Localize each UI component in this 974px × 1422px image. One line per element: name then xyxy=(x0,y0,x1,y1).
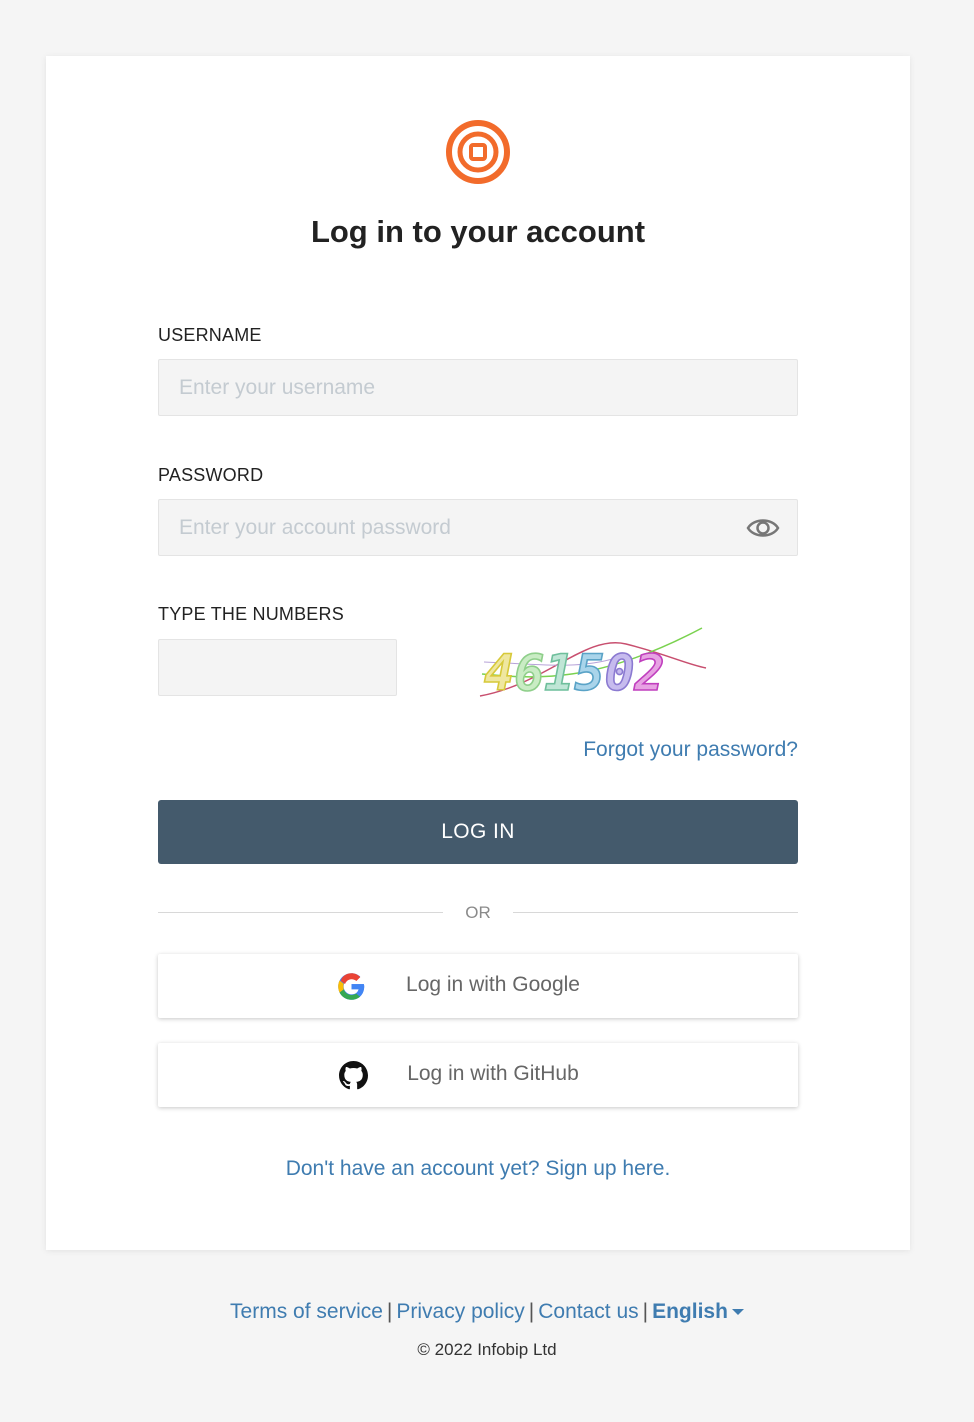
privacy-link[interactable]: Privacy policy xyxy=(396,1300,524,1323)
captcha-image: 461502 xyxy=(479,627,707,703)
password-input[interactable] xyxy=(158,499,798,556)
divider-right xyxy=(513,912,798,913)
footer-links: Terms of service | Privacy policy | Contact … xyxy=(0,1300,974,1324)
google-login-label: Log in with Google xyxy=(406,973,580,996)
terms-link[interactable]: Terms of service xyxy=(230,1300,383,1323)
google-login-button[interactable]: Log in with Google xyxy=(158,954,798,1018)
infobip-logo-icon xyxy=(446,120,510,184)
github-login-label: Log in with GitHub xyxy=(407,1062,579,1085)
password-label: PASSWORD xyxy=(158,465,264,485)
username-input[interactable] xyxy=(158,359,798,416)
login-card: Log in to your account USERNAME PASSWORD… xyxy=(46,56,910,1250)
or-divider-text: OR xyxy=(465,903,491,922)
language-selector[interactable]: English xyxy=(652,1300,744,1323)
copyright: © 2022 Infobip Ltd xyxy=(417,1340,557,1359)
github-login-button[interactable]: Log in with GitHub xyxy=(158,1043,798,1107)
caret-down-icon xyxy=(731,1309,744,1316)
page-title: Log in to your account xyxy=(310,214,646,249)
svg-text:461502: 461502 xyxy=(484,644,665,702)
eye-icon[interactable] xyxy=(746,514,780,542)
captcha-label: TYPE THE NUMBERS xyxy=(158,604,344,624)
captcha-input[interactable] xyxy=(158,639,397,696)
signup-link[interactable]: Don't have an account yet? Sign up here. xyxy=(46,1157,910,1181)
language-label: English xyxy=(652,1300,728,1323)
username-label: USERNAME xyxy=(158,325,262,345)
forgot-password-link[interactable]: Forgot your password? xyxy=(583,738,798,762)
contact-link[interactable]: Contact us xyxy=(538,1300,638,1323)
login-button[interactable]: LOG IN xyxy=(158,800,798,864)
